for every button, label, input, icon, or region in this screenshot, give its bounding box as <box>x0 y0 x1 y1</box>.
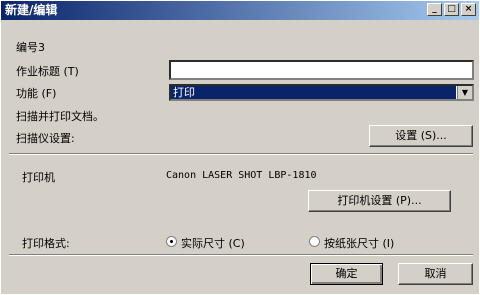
ok-button[interactable]: 确定 <box>310 263 383 285</box>
divider <box>9 254 473 256</box>
function-selected-value: 打印 <box>171 86 456 99</box>
maximize-button[interactable]: □ <box>444 3 459 16</box>
printer-settings-button[interactable]: 打印机设置 (P)... <box>308 190 451 212</box>
chevron-down-icon[interactable]: ▼ <box>457 86 472 99</box>
title-bar: 新建/编辑 _ □ × <box>1 1 479 20</box>
scanner-settings-button[interactable]: 设置 (S)... <box>369 125 473 147</box>
job-title-label: 作业标题 (T) <box>16 65 79 78</box>
print-format-label: 打印格式: <box>22 237 70 250</box>
actual-size-radio[interactable] <box>166 236 177 247</box>
window-title: 新建/编辑 <box>5 3 58 17</box>
scan-print-description: 扫描并打印文档。 <box>16 110 104 123</box>
fit-paper-label[interactable]: 按纸张尺寸 (I) <box>324 235 394 251</box>
dialog-window: 新建/编辑 _ □ × 编号3 作业标题 (T) 功能 (F) 打印 ▼ 扫描并… <box>0 0 480 295</box>
function-select[interactable]: 打印 ▼ <box>169 84 474 101</box>
actual-size-label[interactable]: 实际尺寸 (C) <box>181 235 245 251</box>
window-controls: _ □ × <box>427 3 476 16</box>
close-button[interactable]: × <box>461 3 476 16</box>
number-label: 编号3 <box>16 41 45 54</box>
job-title-input[interactable] <box>169 60 474 80</box>
minimize-button[interactable]: _ <box>427 3 442 16</box>
printer-name: Canon LASER SHOT LBP-1810 <box>166 170 317 181</box>
function-label: 功能 (F) <box>16 87 57 100</box>
divider <box>9 153 473 155</box>
cancel-button[interactable]: 取消 <box>398 263 473 285</box>
printer-label: 打印机 <box>22 171 55 184</box>
fit-paper-radio[interactable] <box>309 236 320 247</box>
scanner-settings-label: 扫描仪设置: <box>16 132 75 145</box>
